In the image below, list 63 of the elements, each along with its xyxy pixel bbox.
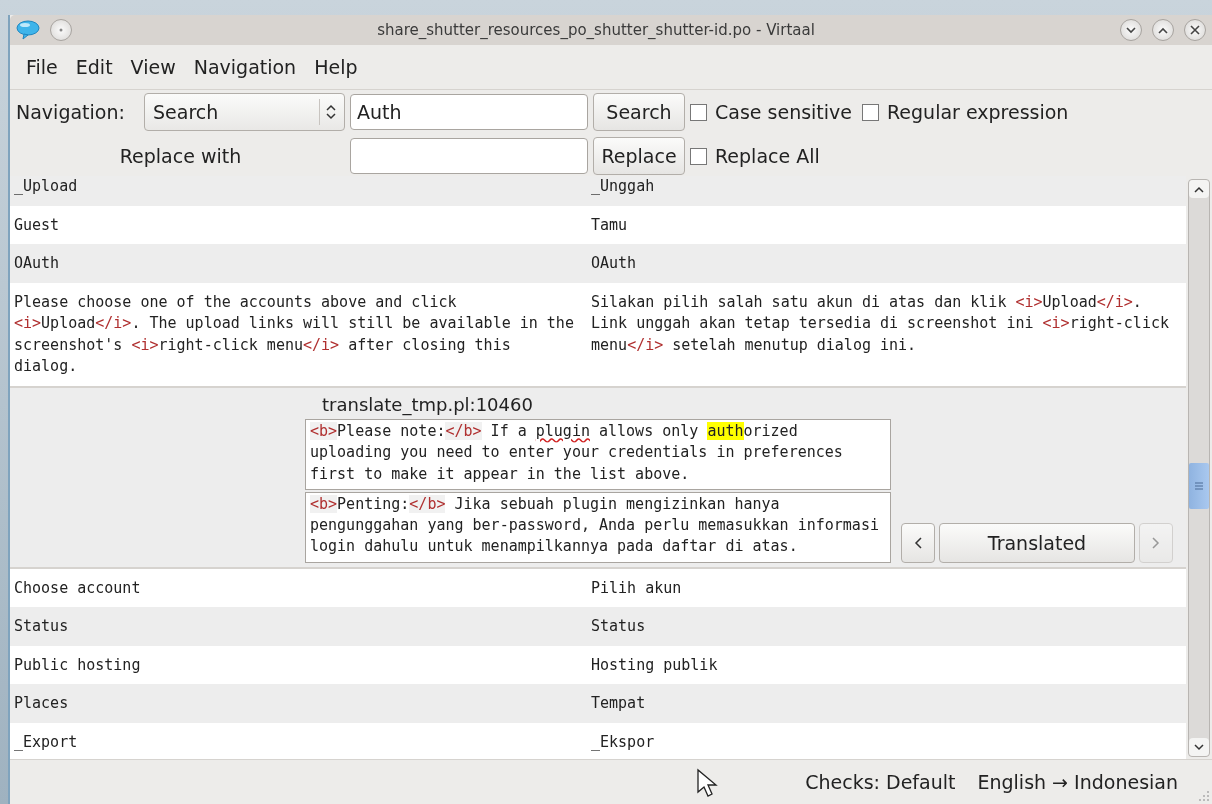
target-text[interactable]: Status	[591, 616, 1186, 638]
target-text[interactable]: _Unggah	[591, 176, 1186, 198]
search-button[interactable]: Search	[593, 93, 685, 131]
source-text[interactable]: Status	[14, 616, 591, 638]
replace-button[interactable]: Replace	[593, 137, 685, 175]
target-text[interactable]: Silakan pilih salah satu akun di atas dan klik <i>Upload</i>. Link unggah akan tetap tersedia di screenshot ini <i>right-click menu</i> setelah menutup dialog ini.	[591, 291, 1186, 378]
location-label: translate_tmp.pl:10460	[321, 392, 534, 418]
target-text[interactable]: Tempat	[591, 693, 1186, 715]
target-text[interactable]: OAuth	[591, 253, 1186, 275]
language-pair: English → Indonesian	[977, 771, 1178, 793]
source-text[interactable]: Public hosting	[14, 654, 591, 677]
source-text[interactable]: OAuth	[14, 253, 591, 275]
source-text[interactable]: Choose account	[14, 577, 591, 600]
menu-item[interactable]: File	[22, 52, 66, 82]
search-field[interactable]: Auth	[350, 94, 588, 130]
source-text[interactable]: _Export	[14, 731, 591, 754]
target-text[interactable]: _Ekspor	[591, 731, 1186, 754]
source-text[interactable]: Guest	[14, 214, 591, 236]
source-text[interactable]: Places	[14, 693, 591, 715]
dot-icon	[59, 28, 63, 32]
close-button[interactable]	[1184, 19, 1206, 41]
chevron-left-icon	[914, 536, 922, 549]
checks-status: Checks: Default	[805, 771, 956, 793]
menu-item[interactable]: Help	[310, 52, 366, 82]
chevron-right-icon	[1152, 536, 1160, 549]
menu-item[interactable]: Edit	[71, 52, 121, 82]
source-text-box: <b>Please note:</b> If a plugin allows only authorized uploading you need to enter your credentials in preferences first to make it appear in the list above.	[305, 419, 891, 490]
window-title: share_shutter_resources_po_shutter_shutter-id.po - Virtaal	[376, 21, 816, 39]
chevron-up-icon	[1158, 26, 1168, 34]
option-label[interactable]: Case sensitive	[715, 101, 852, 123]
speech-bubble-icon	[16, 20, 40, 40]
chevron-up-icon[interactable]	[1194, 185, 1204, 193]
window-menu-button[interactable]	[50, 19, 72, 41]
scrollbar[interactable]	[1188, 179, 1210, 757]
scrollbar-thumb[interactable]	[1189, 463, 1209, 509]
target-text[interactable]: Pilih akun	[591, 577, 1186, 600]
checkbox[interactable]	[690, 147, 707, 165]
replace-label: Replace with	[118, 145, 243, 167]
close-icon	[1190, 25, 1200, 35]
status-button[interactable]: Translated	[939, 522, 1135, 563]
checkbox[interactable]	[690, 103, 707, 121]
checkbox[interactable]	[862, 103, 879, 121]
option-label[interactable]: Replace All	[715, 145, 820, 167]
chevron-down-icon	[1126, 26, 1136, 34]
previous-status-button[interactable]	[901, 522, 935, 563]
target-text[interactable]: Tamu	[591, 214, 1186, 236]
option-label[interactable]: Regular expression	[887, 101, 1069, 123]
minimize-button[interactable]	[1120, 19, 1142, 41]
chevron-down-icon[interactable]	[1194, 743, 1204, 751]
navigation-label: Navigation:	[16, 101, 126, 123]
grip-lines-icon	[1195, 482, 1203, 490]
mouse-pointer-icon	[696, 768, 718, 798]
replace-field[interactable]	[350, 138, 588, 174]
source-text[interactable]: Please choose one of the accounts above and click <i>Upload</i>. The upload links will still be available in the screenshot's <i>right-click menu</i> after closing this dialog.	[14, 291, 591, 378]
navigation-mode-dropdown[interactable]: Search	[144, 93, 345, 131]
source-text[interactable]: _Upload	[14, 176, 591, 198]
resize-grip-icon[interactable]	[1198, 790, 1210, 802]
menu-item[interactable]: Navigation	[189, 52, 305, 82]
up-down-arrows-icon	[326, 104, 336, 120]
target-text[interactable]: Hosting publik	[591, 654, 1186, 677]
menu-item[interactable]: View	[126, 52, 184, 82]
translation-input-field[interactable]: <b>Penting:</b> Jika sebuah plugin mengizinkan hanya pengunggahan yang ber-password, Anda perlu memasukkan informasi login dahulu untuk menampilkannya pada daftar di atas.	[305, 491, 891, 563]
maximize-button[interactable]	[1152, 19, 1174, 41]
